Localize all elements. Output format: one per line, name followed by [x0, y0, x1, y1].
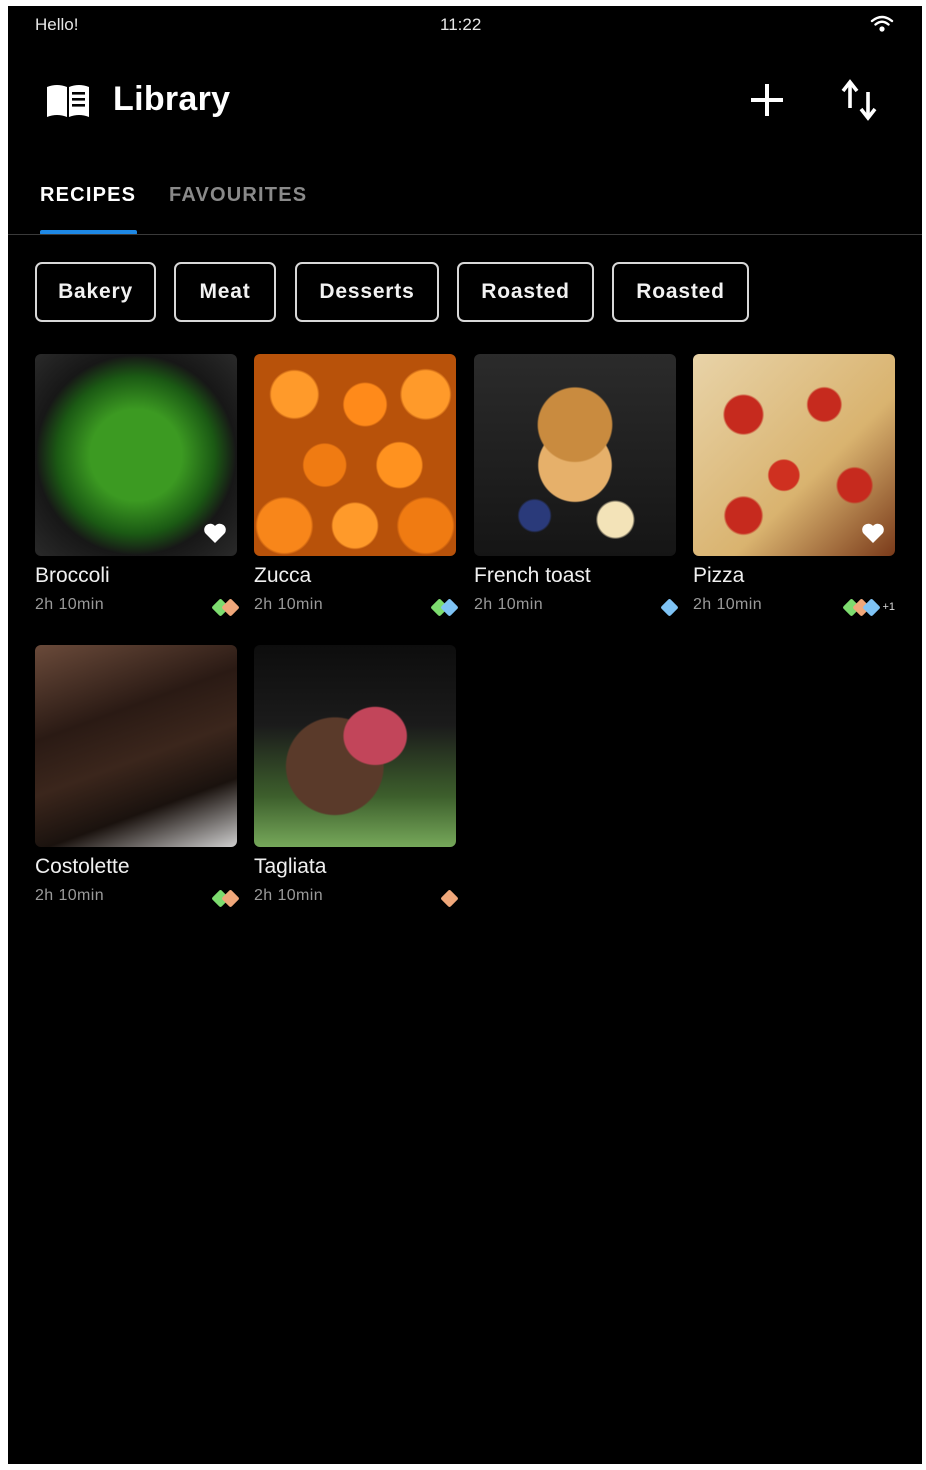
recipe-tags	[211, 888, 240, 908]
recipe-image	[254, 645, 456, 847]
recipe-name: Zucca	[254, 564, 312, 587]
status-greeting: Hello!	[35, 15, 79, 34]
heart-icon[interactable]	[861, 522, 885, 544]
recipe-image	[35, 645, 237, 847]
recipe-card-tagliata[interactable]: Tagliata 2h 10min	[254, 645, 459, 908]
add-icon[interactable]	[748, 81, 786, 119]
heart-icon[interactable]	[203, 522, 227, 544]
recipe-time: 2h 10min	[254, 887, 324, 904]
tab-recipes[interactable]: RECIPES	[40, 184, 136, 207]
tab-bar: RECIPES FAVOURITES	[8, 166, 922, 236]
more-tags-count: +1	[882, 601, 895, 613]
recipe-time: 2h 10min	[693, 596, 763, 613]
sort-icon[interactable]	[838, 78, 880, 122]
recipe-tags	[440, 888, 459, 908]
tab-favourites[interactable]: FAVOURITES	[169, 184, 307, 207]
book-icon	[47, 85, 89, 117]
recipe-card-pizza[interactable]: Pizza 2h 10min +1	[693, 354, 895, 617]
recipe-image	[254, 354, 456, 556]
recipe-name: French toast	[474, 564, 591, 587]
recipe-tags: +1	[842, 597, 895, 617]
filter-chip-bakery[interactable]: Bakery	[35, 262, 156, 322]
tag-orange-icon	[440, 888, 459, 908]
recipe-card-broccoli[interactable]: Broccoli 2h 10min	[35, 354, 240, 617]
recipe-time: 2h 10min	[254, 596, 324, 613]
status-clock: 11:22	[440, 15, 482, 34]
app-screen: Hello! 11:22 Library RECIPES FAVOURITES …	[8, 6, 922, 1464]
filter-chip-roasted[interactable]: Roasted	[457, 262, 594, 322]
recipe-tags	[211, 597, 240, 617]
filter-chip-roasted-2[interactable]: Roasted	[612, 262, 749, 322]
recipe-card-zucca[interactable]: Zucca 2h 10min	[254, 354, 459, 617]
tag-orange-icon	[221, 597, 240, 617]
tabs-divider	[8, 234, 922, 235]
recipe-tags	[660, 597, 679, 617]
recipe-name: Tagliata	[254, 855, 327, 878]
recipe-card-french-toast[interactable]: French toast 2h 10min	[474, 354, 679, 617]
recipe-image	[35, 354, 237, 556]
tag-blue-icon	[440, 597, 459, 617]
recipe-image	[693, 354, 895, 556]
status-bar: Hello! 11:22	[8, 6, 922, 46]
page-title: Library	[113, 80, 231, 118]
recipe-name: Pizza	[693, 564, 745, 587]
recipe-name: Broccoli	[35, 564, 110, 587]
filter-chips: Bakery Meat Desserts Roasted Roasted	[8, 262, 922, 328]
recipe-card-costolette[interactable]: Costolette 2h 10min	[35, 645, 240, 908]
app-bar: Library	[8, 66, 922, 136]
recipe-time: 2h 10min	[35, 596, 105, 613]
recipe-tags	[430, 597, 459, 617]
filter-chip-desserts[interactable]: Desserts	[295, 262, 439, 322]
recipe-name: Costolette	[35, 855, 130, 878]
recipe-time: 2h 10min	[474, 596, 544, 613]
recipe-image	[474, 354, 676, 556]
tag-orange-icon	[221, 888, 240, 908]
filter-chip-meat[interactable]: Meat	[174, 262, 276, 322]
recipe-time: 2h 10min	[35, 887, 105, 904]
wifi-icon	[870, 15, 894, 32]
tag-blue-icon	[660, 597, 679, 617]
tag-blue-icon	[862, 597, 882, 617]
